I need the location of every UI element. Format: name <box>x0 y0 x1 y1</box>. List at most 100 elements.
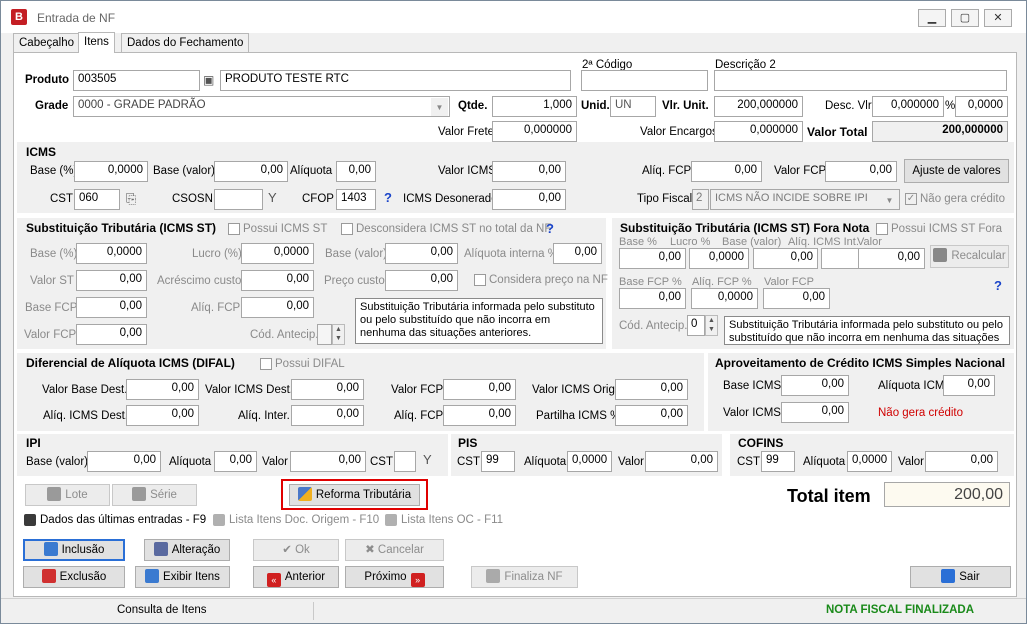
difal-partilha-input[interactable]: 0,00 <box>615 405 688 426</box>
st-fora-cod-antecip-spinner[interactable]: ▲ ▼ <box>705 315 718 336</box>
lista-doc-link[interactable]: Lista Itens Doc. Origem - F10 <box>213 514 379 526</box>
st-fora-aliq-fcp-input[interactable]: 0,0000 <box>691 288 758 309</box>
funnel-icon[interactable]: Y <box>268 190 277 205</box>
icms-aliquota-input[interactable]: 0,00 <box>336 161 376 182</box>
aprov-base-input[interactable]: 0,00 <box>781 375 849 396</box>
close-button[interactable]: ✕ <box>984 9 1012 27</box>
difal-valor-base-input[interactable]: 0,00 <box>126 379 199 400</box>
st-fora-base-valor-input[interactable]: 0,00 <box>753 248 818 269</box>
csosn-input[interactable] <box>214 189 263 210</box>
cfop-input[interactable]: 1403 <box>336 189 376 210</box>
ipi-base-input[interactable]: 0,00 <box>87 451 161 472</box>
desc-vlr-input[interactable]: 0,000000 <box>872 96 944 117</box>
tab-itens[interactable]: Itens <box>78 32 115 53</box>
ipi-cst-input[interactable] <box>394 451 416 472</box>
st-fora-base-fcp-input[interactable]: 0,00 <box>619 288 686 309</box>
possui-st-checkbox[interactable] <box>228 223 240 235</box>
st-valor-fcp-input[interactable]: 0,00 <box>76 324 147 345</box>
possui-difal-checkbox[interactable] <box>260 358 272 370</box>
considera-preco-checkbox[interactable] <box>474 274 486 286</box>
reforma-tributaria-button[interactable]: Reforma Tributária <box>289 484 420 506</box>
exclusao-button[interactable]: Exclusão <box>23 566 125 588</box>
sair-button[interactable]: Sair <box>910 566 1011 588</box>
difal-valor-icms-orig-input[interactable]: 0,00 <box>615 379 688 400</box>
cofins-cst-input[interactable]: 99 <box>761 451 795 472</box>
ipi-valor-input[interactable]: 0,00 <box>290 451 366 472</box>
st-base-valor-input[interactable]: 0,00 <box>385 243 458 264</box>
st-fora-valor-fcp-input[interactable]: 0,00 <box>763 288 830 309</box>
st-fora-valor-input[interactable]: 0,00 <box>858 248 925 269</box>
st-base-fcp-input[interactable]: 0,00 <box>76 297 147 318</box>
anterior-button[interactable]: «Anterior <box>253 566 339 588</box>
tab-dados-fechamento[interactable]: Dados do Fechamento <box>121 33 250 53</box>
valor-icms-input[interactable]: 0,00 <box>492 161 566 182</box>
st-base-pct-input[interactable]: 0,0000 <box>76 243 147 264</box>
acrescimo-input[interactable]: 0,00 <box>241 270 314 291</box>
qtde-input[interactable]: 1,000 <box>492 96 577 117</box>
alteracao-button[interactable]: Alteração <box>144 539 230 561</box>
aprov-valor-input[interactable]: 0,00 <box>781 402 849 423</box>
difal-aliq-fcp-input[interactable]: 0,00 <box>443 405 516 426</box>
st-aliq-fcp-input[interactable]: 0,00 <box>241 297 314 318</box>
st-fora-help-icon[interactable]: ? <box>994 278 1002 293</box>
difal-valor-icms-dest-input[interactable]: 0,00 <box>291 379 364 400</box>
exibir-itens-button[interactable]: Exibir Itens <box>135 566 230 588</box>
possui-st-fora-checkbox[interactable] <box>876 223 888 235</box>
pis-valor-input[interactable]: 0,00 <box>645 451 718 472</box>
st-fora-base-pct-input[interactable]: 0,00 <box>619 248 686 269</box>
difal-valor-fcp-input[interactable]: 0,00 <box>443 379 516 400</box>
segundo-codigo-input[interactable] <box>581 70 708 91</box>
icms-valor-fcp-input[interactable]: 0,00 <box>825 161 897 182</box>
app-icon: B <box>11 9 27 25</box>
desc-pct-input[interactable]: 0,0000 <box>955 96 1008 117</box>
chevron-down-icon: ▼ <box>881 191 898 209</box>
descricao2-input[interactable] <box>714 70 1007 91</box>
pis-aliquota-input[interactable]: 0,0000 <box>567 451 612 472</box>
cofins-aliquota-input[interactable]: 0,0000 <box>847 451 892 472</box>
aprov-aliq-input[interactable]: 0,00 <box>943 375 995 396</box>
ajuste-valores-button[interactable]: Ajuste de valores <box>904 159 1009 183</box>
cfop-help-icon[interactable]: ? <box>384 190 392 205</box>
preco-custo-input[interactable]: 0,00 <box>385 270 458 291</box>
valor-st-input[interactable]: 0,00 <box>76 270 147 291</box>
difal-aliq-icms-dest-input[interactable]: 0,00 <box>126 405 199 426</box>
grade-select[interactable]: 0000 - GRADE PADRÃO ▼ <box>73 96 450 117</box>
vlr-unit-input[interactable]: 200,000000 <box>714 96 803 117</box>
ipi-aliquota-input[interactable]: 0,00 <box>214 451 257 472</box>
unid-input[interactable]: UN <box>610 96 656 117</box>
produto-search-icon[interactable]: ▣ <box>203 73 214 87</box>
pis-cst-input[interactable]: 99 <box>481 451 515 472</box>
cst-lookup-icon[interactable]: ⎘ <box>126 191 136 207</box>
proximo-button[interactable]: Próximo» <box>345 566 444 588</box>
qtde-label: Qtde. <box>458 100 488 112</box>
tab-cabecalho[interactable]: Cabeçalho <box>13 33 80 53</box>
dados-ultimas-link[interactable]: Dados das últimas entradas - F9 <box>24 514 206 526</box>
st-help-icon[interactable]: ? <box>546 221 554 236</box>
st-cod-antecip-spinner[interactable]: ▲ ▼ <box>332 324 345 345</box>
icms-base-valor-input[interactable]: 0,00 <box>214 161 288 182</box>
list-icon <box>213 514 225 526</box>
produto-descricao-input[interactable]: PRODUTO TESTE RTC <box>220 70 571 91</box>
st-fora-lucro-input[interactable]: 0,0000 <box>689 248 749 269</box>
cofins-valor-input[interactable]: 0,00 <box>925 451 998 472</box>
desconsidera-st-checkbox[interactable] <box>341 223 353 235</box>
ipi-section: IPI Base (valor) 0,00 Alíquota 0,00 Valo… <box>17 434 448 476</box>
lista-oc-link[interactable]: Lista Itens OC - F11 <box>385 514 503 526</box>
icms-desonerado-input[interactable]: 0,00 <box>492 189 566 210</box>
lucro-input[interactable]: 0,0000 <box>241 243 314 264</box>
maximize-button[interactable]: ▢ <box>951 9 979 27</box>
difal-aliq-inter-input[interactable]: 0,00 <box>291 405 364 426</box>
icms-valor-fcp-label: Valor FCP <box>774 165 827 177</box>
st-fora-cod-antecip-input[interactable]: 0 <box>687 315 705 336</box>
produto-codigo-input[interactable]: 003505 <box>73 70 200 91</box>
valor-encargos-input[interactable]: 0,000000 <box>714 121 803 142</box>
st-cod-antecip-input[interactable] <box>317 324 332 345</box>
cst-input[interactable]: 060 <box>74 189 120 210</box>
ipi-funnel-icon[interactable]: Y <box>423 452 432 467</box>
icms-base-pct-input[interactable]: 0,0000 <box>74 161 148 182</box>
inclusao-button[interactable]: Inclusão <box>23 539 125 561</box>
minimize-button[interactable]: ▁ <box>918 9 946 27</box>
icms-aliq-fcp-input[interactable]: 0,00 <box>691 161 762 182</box>
valor-frete-input[interactable]: 0,000000 <box>492 121 577 142</box>
aliq-interna-input[interactable]: 0,00 <box>553 243 602 264</box>
